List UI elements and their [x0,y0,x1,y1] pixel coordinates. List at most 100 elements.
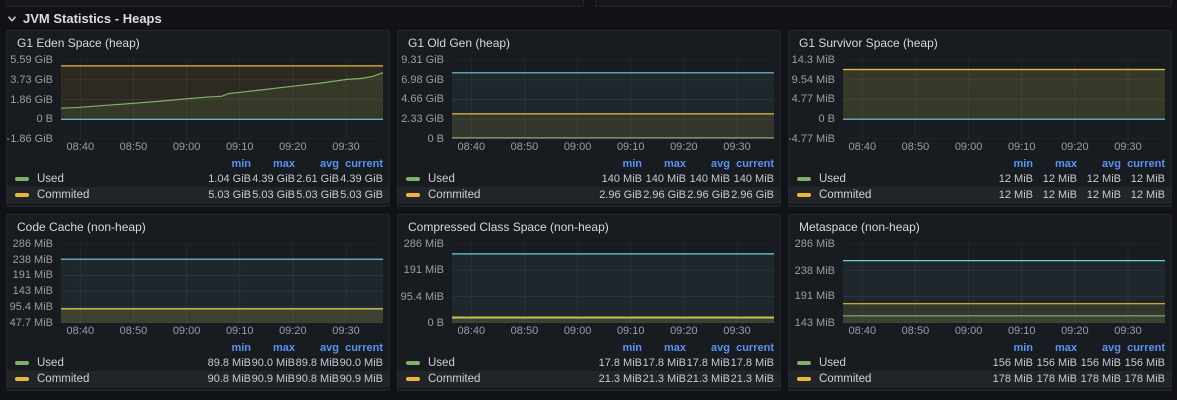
legend-row-commited: Commited178 MiB178 MiB178 MiB178 MiB [789,371,1171,387]
legend-header-row: minmaxavgcurrent [398,340,780,355]
y-tick-label: 4.77 MiB [792,93,835,105]
series-label: Commited [37,373,89,385]
legend-sort-avg[interactable]: avg [1077,342,1121,354]
legend-sort-max[interactable]: max [642,342,686,354]
legend-series-toggle[interactable]: Commited [15,189,207,201]
panel-title[interactable]: G1 Eden Space (heap) [7,31,389,54]
legend-value-current: 2.96 GiB [730,189,774,201]
legend-sort-avg[interactable]: avg [295,342,339,354]
legend-series-toggle[interactable]: Used [406,357,598,369]
plot-area[interactable] [61,244,383,323]
y-tick-label: 286 MiB [795,238,835,250]
legend-value-current: 156 MiB [1121,357,1165,369]
legend-value-avg: 2.96 GiB [686,189,730,201]
legend: minmaxavgcurrentUsed89.8 MiB90.0 MiB89.8… [7,340,389,390]
legend-sort-min[interactable]: min [598,342,642,354]
legend-series-toggle[interactable]: Commited [797,189,989,201]
x-tick-label: 09:20 [1053,141,1097,153]
series-fill-commited [843,304,1165,323]
legend-row-used: Used89.8 MiB90.0 MiB89.8 MiB90.0 MiB [7,355,389,371]
y-tick-label: -1.86 GiB [7,133,53,145]
legend-value-min: 2.96 GiB [598,189,642,201]
x-tick-label: 08:40 [449,141,493,153]
row-title: JVM Statistics - Heaps [23,11,162,26]
legend-value-current: 90.0 MiB [339,357,383,369]
legend-value-avg: 90.8 MiB [295,373,339,385]
legend-sort-min[interactable]: min [207,158,251,170]
x-tick-label: 09:10 [1000,325,1044,337]
x-tick-label: 09:10 [218,141,262,153]
legend-series-toggle[interactable]: Commited [797,373,989,385]
legend-value-max: 4.39 GiB [251,173,295,185]
x-tick-label: 08:50 [502,325,546,337]
legend-sort-current[interactable]: current [1121,342,1165,354]
legend-value-max: 21.3 MiB [642,373,686,385]
legend-sort-min[interactable]: min [207,342,251,354]
x-tick-label: 09:00 [947,325,991,337]
legend-value-max: 2.96 GiB [642,189,686,201]
panel-title[interactable]: Compressed Class Space (non-heap) [398,215,780,238]
panel-title[interactable]: Code Cache (non-heap) [7,215,389,238]
series-color-dash-icon [15,193,29,197]
legend-sort-current[interactable]: current [1121,158,1165,170]
legend-series-toggle[interactable]: Used [406,173,598,185]
y-axis: 286 MiB238 MiB191 MiB143 MiB [789,244,843,323]
legend-sort-max[interactable]: max [251,342,295,354]
chart: 286 MiB191 MiB95.4 MiB0 B [398,238,780,323]
y-tick-label: 6.98 GiB [401,74,444,86]
legend-sort-max[interactable]: max [251,158,295,170]
x-axis: 08:4008:5009:0009:1009:2009:30 [843,324,1165,340]
legend-row-commited: Commited90.8 MiB90.9 MiB90.8 MiB90.9 MiB [7,371,389,387]
panel-title[interactable]: Metaspace (non-heap) [789,215,1171,238]
series-label: Used [428,357,455,369]
legend-sort-max[interactable]: max [1033,342,1077,354]
plot-area[interactable] [452,244,774,323]
panel-grid: G1 Eden Space (heap) 5.59 GiB3.73 GiB1.8… [6,30,1172,391]
series-label: Used [428,173,455,185]
legend-series-toggle[interactable]: Commited [406,189,598,201]
legend-sort-max[interactable]: max [642,158,686,170]
previous-row-panel-bottoms [6,0,1172,7]
plot-area[interactable] [843,60,1165,139]
legend-value-avg: 5.03 GiB [295,189,339,201]
legend-sort-avg[interactable]: avg [686,158,730,170]
plot-area[interactable] [61,60,383,139]
legend-sort-current[interactable]: current [730,342,774,354]
legend-sort-max[interactable]: max [1033,158,1077,170]
legend-sort-current[interactable]: current [339,158,383,170]
panel-title[interactable]: G1 Old Gen (heap) [398,31,780,54]
panel-g1-eden-space: G1 Eden Space (heap) 5.59 GiB3.73 GiB1.8… [6,30,390,207]
x-tick-label: 08:50 [111,141,155,153]
y-tick-label: 143 MiB [795,317,835,329]
legend-series-toggle[interactable]: Used [15,173,207,185]
x-tick-label: 09:00 [556,141,600,153]
legend-series-toggle[interactable]: Commited [15,373,207,385]
legend-sort-current[interactable]: current [730,158,774,170]
legend-sort-min[interactable]: min [989,342,1033,354]
x-tick-label: 09:20 [662,325,706,337]
legend-sort-min[interactable]: min [598,158,642,170]
y-tick-label: 0 B [427,133,444,145]
legend-sort-min[interactable]: min [989,158,1033,170]
plot-area[interactable] [843,244,1165,323]
panel-title[interactable]: G1 Survivor Space (heap) [789,31,1171,54]
y-tick-label: 9.54 MiB [792,74,835,86]
legend-series-toggle[interactable]: Used [15,357,207,369]
row-header-jvm-statistics[interactable]: JVM Statistics - Heaps [0,7,1177,30]
legend-sort-avg[interactable]: avg [295,158,339,170]
legend-value-current: 17.8 MiB [730,357,774,369]
legend-sort-avg[interactable]: avg [686,342,730,354]
y-tick-label: 95.4 MiB [401,291,444,303]
y-axis: 14.3 MiB9.54 MiB4.77 MiB0 B-4.77 MiB [789,60,843,139]
legend-series-toggle[interactable]: Commited [406,373,598,385]
legend-value-min: 17.8 MiB [598,357,642,369]
legend-row-used: Used1.04 GiB4.39 GiB2.61 GiB4.39 GiB [7,171,389,187]
legend-series-toggle[interactable]: Used [797,357,989,369]
legend-sort-avg[interactable]: avg [1077,158,1121,170]
legend-series-toggle[interactable]: Used [797,173,989,185]
plot-area[interactable] [452,60,774,139]
legend-sort-current[interactable]: current [339,342,383,354]
chart: 286 MiB238 MiB191 MiB143 MiB95.4 MiB47.7… [7,238,389,323]
y-tick-label: 14.3 MiB [792,54,835,66]
panel-metaspace: Metaspace (non-heap) 286 MiB238 MiB191 M… [788,214,1172,391]
